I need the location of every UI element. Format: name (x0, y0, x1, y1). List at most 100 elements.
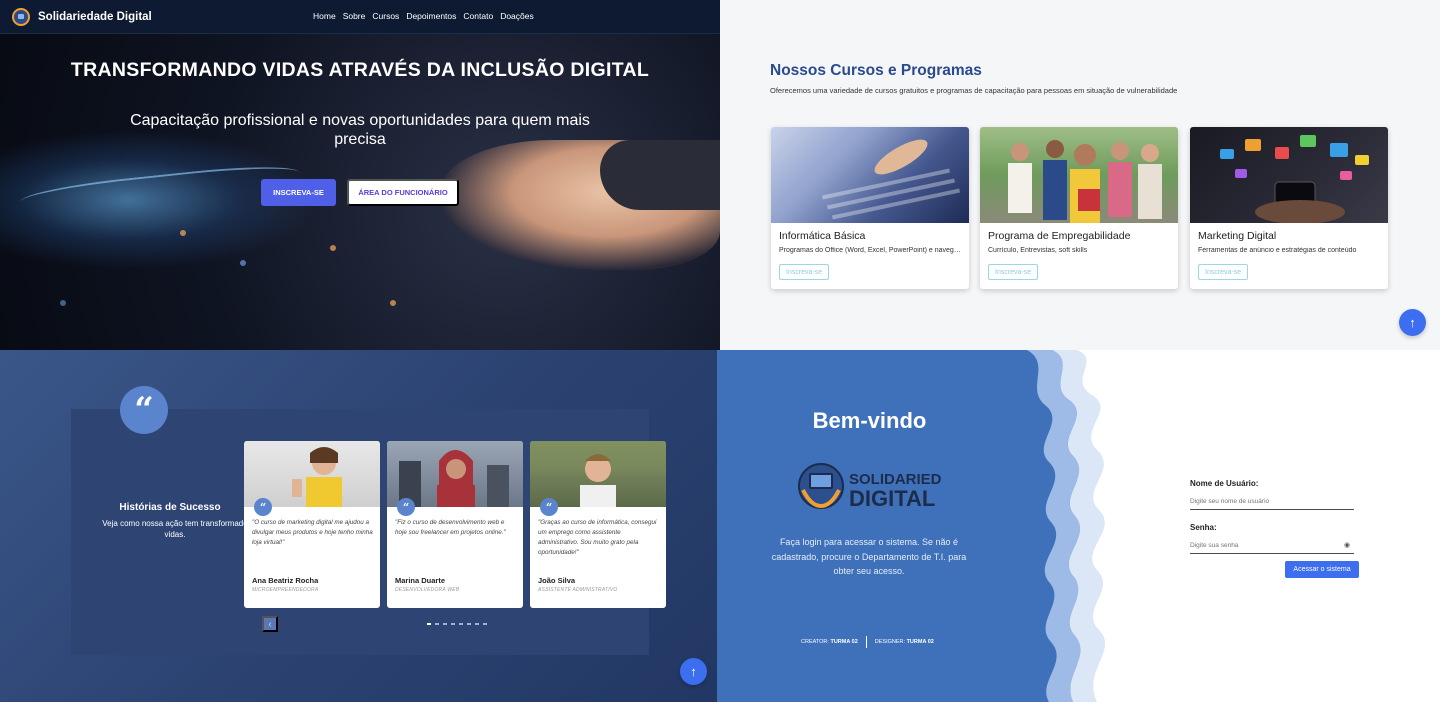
password-label: Senha: (1190, 523, 1217, 532)
nav-link-depoimentos[interactable]: Depoimentos (406, 11, 456, 21)
logo-icon: SOLIDARIEDADE DIGITAL (798, 463, 973, 511)
carousel-dot[interactable] (475, 623, 479, 625)
testimonial-name: Marina Duarte (395, 576, 446, 585)
login-submit-button[interactable]: Acessar o sistema (1285, 561, 1359, 578)
sleeve-image (600, 140, 720, 210)
students-illustration (1008, 140, 1162, 223)
testimonial-text: "Fiz o curso de desenvolvimento web e ho… (395, 519, 506, 536)
testimonial-text: "O curso de marketing digital me ajudou … (252, 519, 373, 546)
nav-link-sobre[interactable]: Sobre (343, 11, 366, 21)
carousel-dot[interactable] (467, 623, 471, 625)
employee-area-button[interactable]: ÁREA DO FUNCIONÁRIO (347, 179, 459, 206)
course-title: Informática Básica (779, 230, 866, 242)
hero-title: TRANSFORMANDO VIDAS ATRAVÉS DA INCLUSÃO … (70, 59, 650, 81)
logo-text-line2: DIGITAL (849, 486, 935, 511)
quote-icon: “ (254, 498, 272, 516)
carousel-dot[interactable] (483, 623, 487, 625)
course-image-keyboard (771, 127, 969, 223)
testimonial-text: "Graças ao curso de informática, consegu… (538, 519, 657, 556)
carousel-dot[interactable] (435, 623, 439, 625)
bokeh-light (390, 300, 396, 306)
welcome-title: Bem-vindo (812, 408, 927, 433)
carousel-dot[interactable] (427, 623, 431, 625)
testimonial-role: DESENVOLVEDORA WEB (395, 587, 460, 593)
quote-icon: “ (120, 386, 168, 434)
carousel-dot[interactable] (459, 623, 463, 625)
testimonial-name: João Silva (538, 576, 576, 585)
testimonial-photo (244, 441, 380, 507)
hero-section: Solidariedade Digital Home Sobre Cursos … (0, 0, 720, 350)
testimonial-card: “ "Fiz o curso de desenvolvimento web e … (387, 441, 523, 608)
person-photo (399, 450, 509, 507)
course-signup-button[interactable]: Inscreva-se (779, 264, 830, 280)
username-input[interactable] (1190, 494, 1354, 510)
login-message: Faça login para acessar o sistema. Se nã… (771, 537, 967, 576)
nav-link-contato[interactable]: Contato (463, 11, 493, 21)
bokeh-light (180, 230, 186, 236)
carousel-dot[interactable] (451, 623, 455, 625)
hero-subtitle: Capacitação profissional e novas oportun… (130, 112, 590, 148)
nav-link-cursos[interactable]: Cursos (372, 11, 399, 21)
arrow-up-icon: ↑ (690, 664, 697, 679)
keyboard-illustration (822, 139, 960, 220)
cloud-divider (1027, 350, 1127, 702)
testimonial-card: “ "O curso de marketing digital me ajudo… (244, 441, 380, 608)
course-card: Programa de Empregabilidade Currículo, E… (980, 127, 1178, 289)
nav-links: Home Sobre Cursos Depoimentos Contato Do… (313, 11, 534, 21)
designer-credit: DESIGNER: TURMA 02 (874, 639, 934, 645)
courses-description: Oferecemos uma variedade de cursos gratu… (770, 86, 1178, 95)
carousel-dot[interactable] (443, 623, 447, 625)
course-title: Marketing Digital (1198, 230, 1277, 242)
course-text: Currículo, Entrevistas, soft skills (988, 247, 1088, 254)
brand-name: Solidariedade Digital (38, 10, 152, 23)
chevron-left-icon: ‹ (268, 618, 272, 630)
nav-link-doacoes[interactable]: Doações (500, 11, 534, 21)
bokeh-light (60, 300, 66, 306)
brand-logo: SOLIDARIEDADE DIGITAL (797, 460, 973, 512)
bokeh-light (330, 245, 336, 251)
courses-title: Nossos Cursos e Programas (770, 62, 982, 79)
marketing-illustration (1220, 135, 1369, 224)
testimonial-card: “ "Graças ao curso de informática, conse… (530, 441, 666, 608)
quote-icon: “ (397, 498, 415, 516)
bokeh-light (240, 260, 246, 266)
quote-icon: “ (540, 498, 558, 516)
testimonial-name: Ana Beatriz Rocha (252, 576, 319, 585)
credits-divider (865, 636, 867, 648)
nav-link-home[interactable]: Home (313, 11, 336, 21)
carousel-prev-button[interactable]: ‹ (262, 616, 278, 632)
eye-icon[interactable]: ◉ (1344, 541, 1350, 549)
course-title: Programa de Empregabilidade (988, 230, 1131, 242)
course-card: Marketing Digital Ferramentas de anúncio… (1190, 127, 1388, 289)
course-card: Informática Básica Programas do Office (… (771, 127, 969, 289)
testimonial-role: MICROEMPREENDEDORA (252, 587, 319, 593)
courses-section: Nossos Cursos e Programas Oferecemos uma… (720, 0, 1440, 350)
testimonial-photo (530, 441, 666, 507)
scroll-top-button[interactable]: ↑ (680, 658, 707, 685)
testimonials-subtitle: Veja como nossa ação tem transformado vi… (102, 519, 248, 539)
brand[interactable]: Solidariedade Digital (12, 7, 152, 26)
person-photo (292, 447, 342, 507)
course-text: Programas do Office (Word, Excel, PowerP… (779, 247, 963, 254)
password-input[interactable] (1190, 538, 1354, 554)
arrow-up-icon: ↑ (1409, 315, 1416, 330)
signup-button[interactable]: INSCREVA-SE (261, 179, 336, 206)
testimonial-photo (387, 441, 523, 507)
course-signup-button[interactable]: Inscreva-se (988, 264, 1039, 280)
course-image-marketing (1190, 127, 1388, 224)
carousel-dots (427, 623, 487, 625)
scroll-top-button[interactable]: ↑ (1399, 309, 1426, 336)
course-image-students (980, 127, 1178, 223)
course-signup-button[interactable]: Inscreva-se (1198, 264, 1249, 280)
top-navbar: Solidariedade Digital Home Sobre Cursos … (0, 0, 720, 34)
testimonial-role: ASSISTENTE ADMINISTRATIVO (538, 587, 618, 593)
brand-logo-icon (12, 7, 30, 26)
testimonials-section: “ Histórias de Sucesso Veja como nossa a… (0, 350, 717, 702)
credits: CREATOR: TURMA 02 DESIGNER: TURMA 02 (801, 636, 934, 648)
person-photo (530, 441, 666, 507)
login-section: Bem-vindo SOLIDARIEDADE DIGITAL Faça log… (717, 350, 1440, 702)
username-label: Nome de Usuário: (1190, 479, 1259, 488)
testimonials-title: Histórias de Sucesso (119, 502, 221, 513)
course-text: Ferramentas de anúncio e estratégias de … (1198, 247, 1357, 254)
creator-credit: CREATOR: TURMA 02 (801, 639, 858, 645)
